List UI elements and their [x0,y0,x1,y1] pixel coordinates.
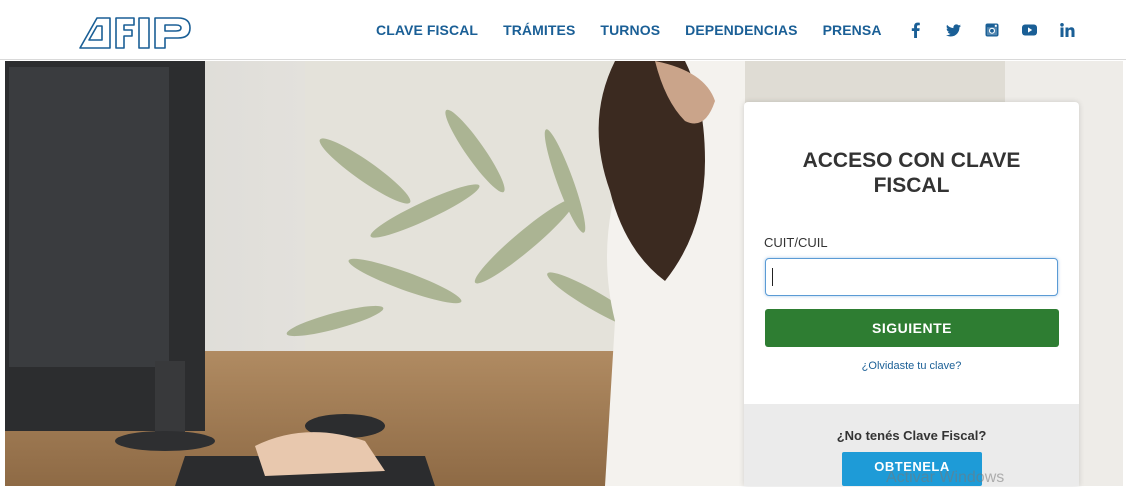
login-card: ACCESO CON CLAVE FISCAL CUIT/CUIL SIGUIE… [744,102,1079,486]
site-header: CLAVE FISCAL TRÁMITES TURNOS DEPENDENCIA… [0,0,1126,60]
afip-logo[interactable] [78,14,208,50]
social-links [908,22,1098,38]
siguiente-button[interactable]: SIGUIENTE [765,309,1059,347]
no-clave-fiscal-text: ¿No tenés Clave Fiscal? [836,428,987,443]
cuit-cuil-input[interactable] [765,258,1058,296]
text-caret [772,268,773,286]
nav-clave-fiscal[interactable]: CLAVE FISCAL [376,22,478,38]
facebook-icon[interactable] [908,22,924,38]
nav-tramites[interactable]: TRÁMITES [503,22,575,38]
nav-dependencias[interactable]: DEPENDENCIAS [685,22,797,38]
afip-logo-icon [79,17,191,49]
main-nav: CLAVE FISCAL TRÁMITES TURNOS DEPENDENCIA… [376,0,1098,60]
windows-activation-watermark: Activar Windows [886,469,1005,486]
nav-prensa[interactable]: PRENSA [823,22,882,38]
youtube-icon[interactable] [1022,22,1038,38]
instagram-icon[interactable] [984,22,1000,38]
cuit-cuil-label: CUIT/CUIL [764,235,828,250]
forgot-password-link[interactable]: ¿Olvidaste tu clave? [744,360,1079,372]
login-title: ACCESO CON CLAVE FISCAL [802,149,1021,197]
linkedin-icon[interactable] [1060,22,1076,38]
nav-turnos[interactable]: TURNOS [600,22,660,38]
twitter-icon[interactable] [946,22,962,38]
